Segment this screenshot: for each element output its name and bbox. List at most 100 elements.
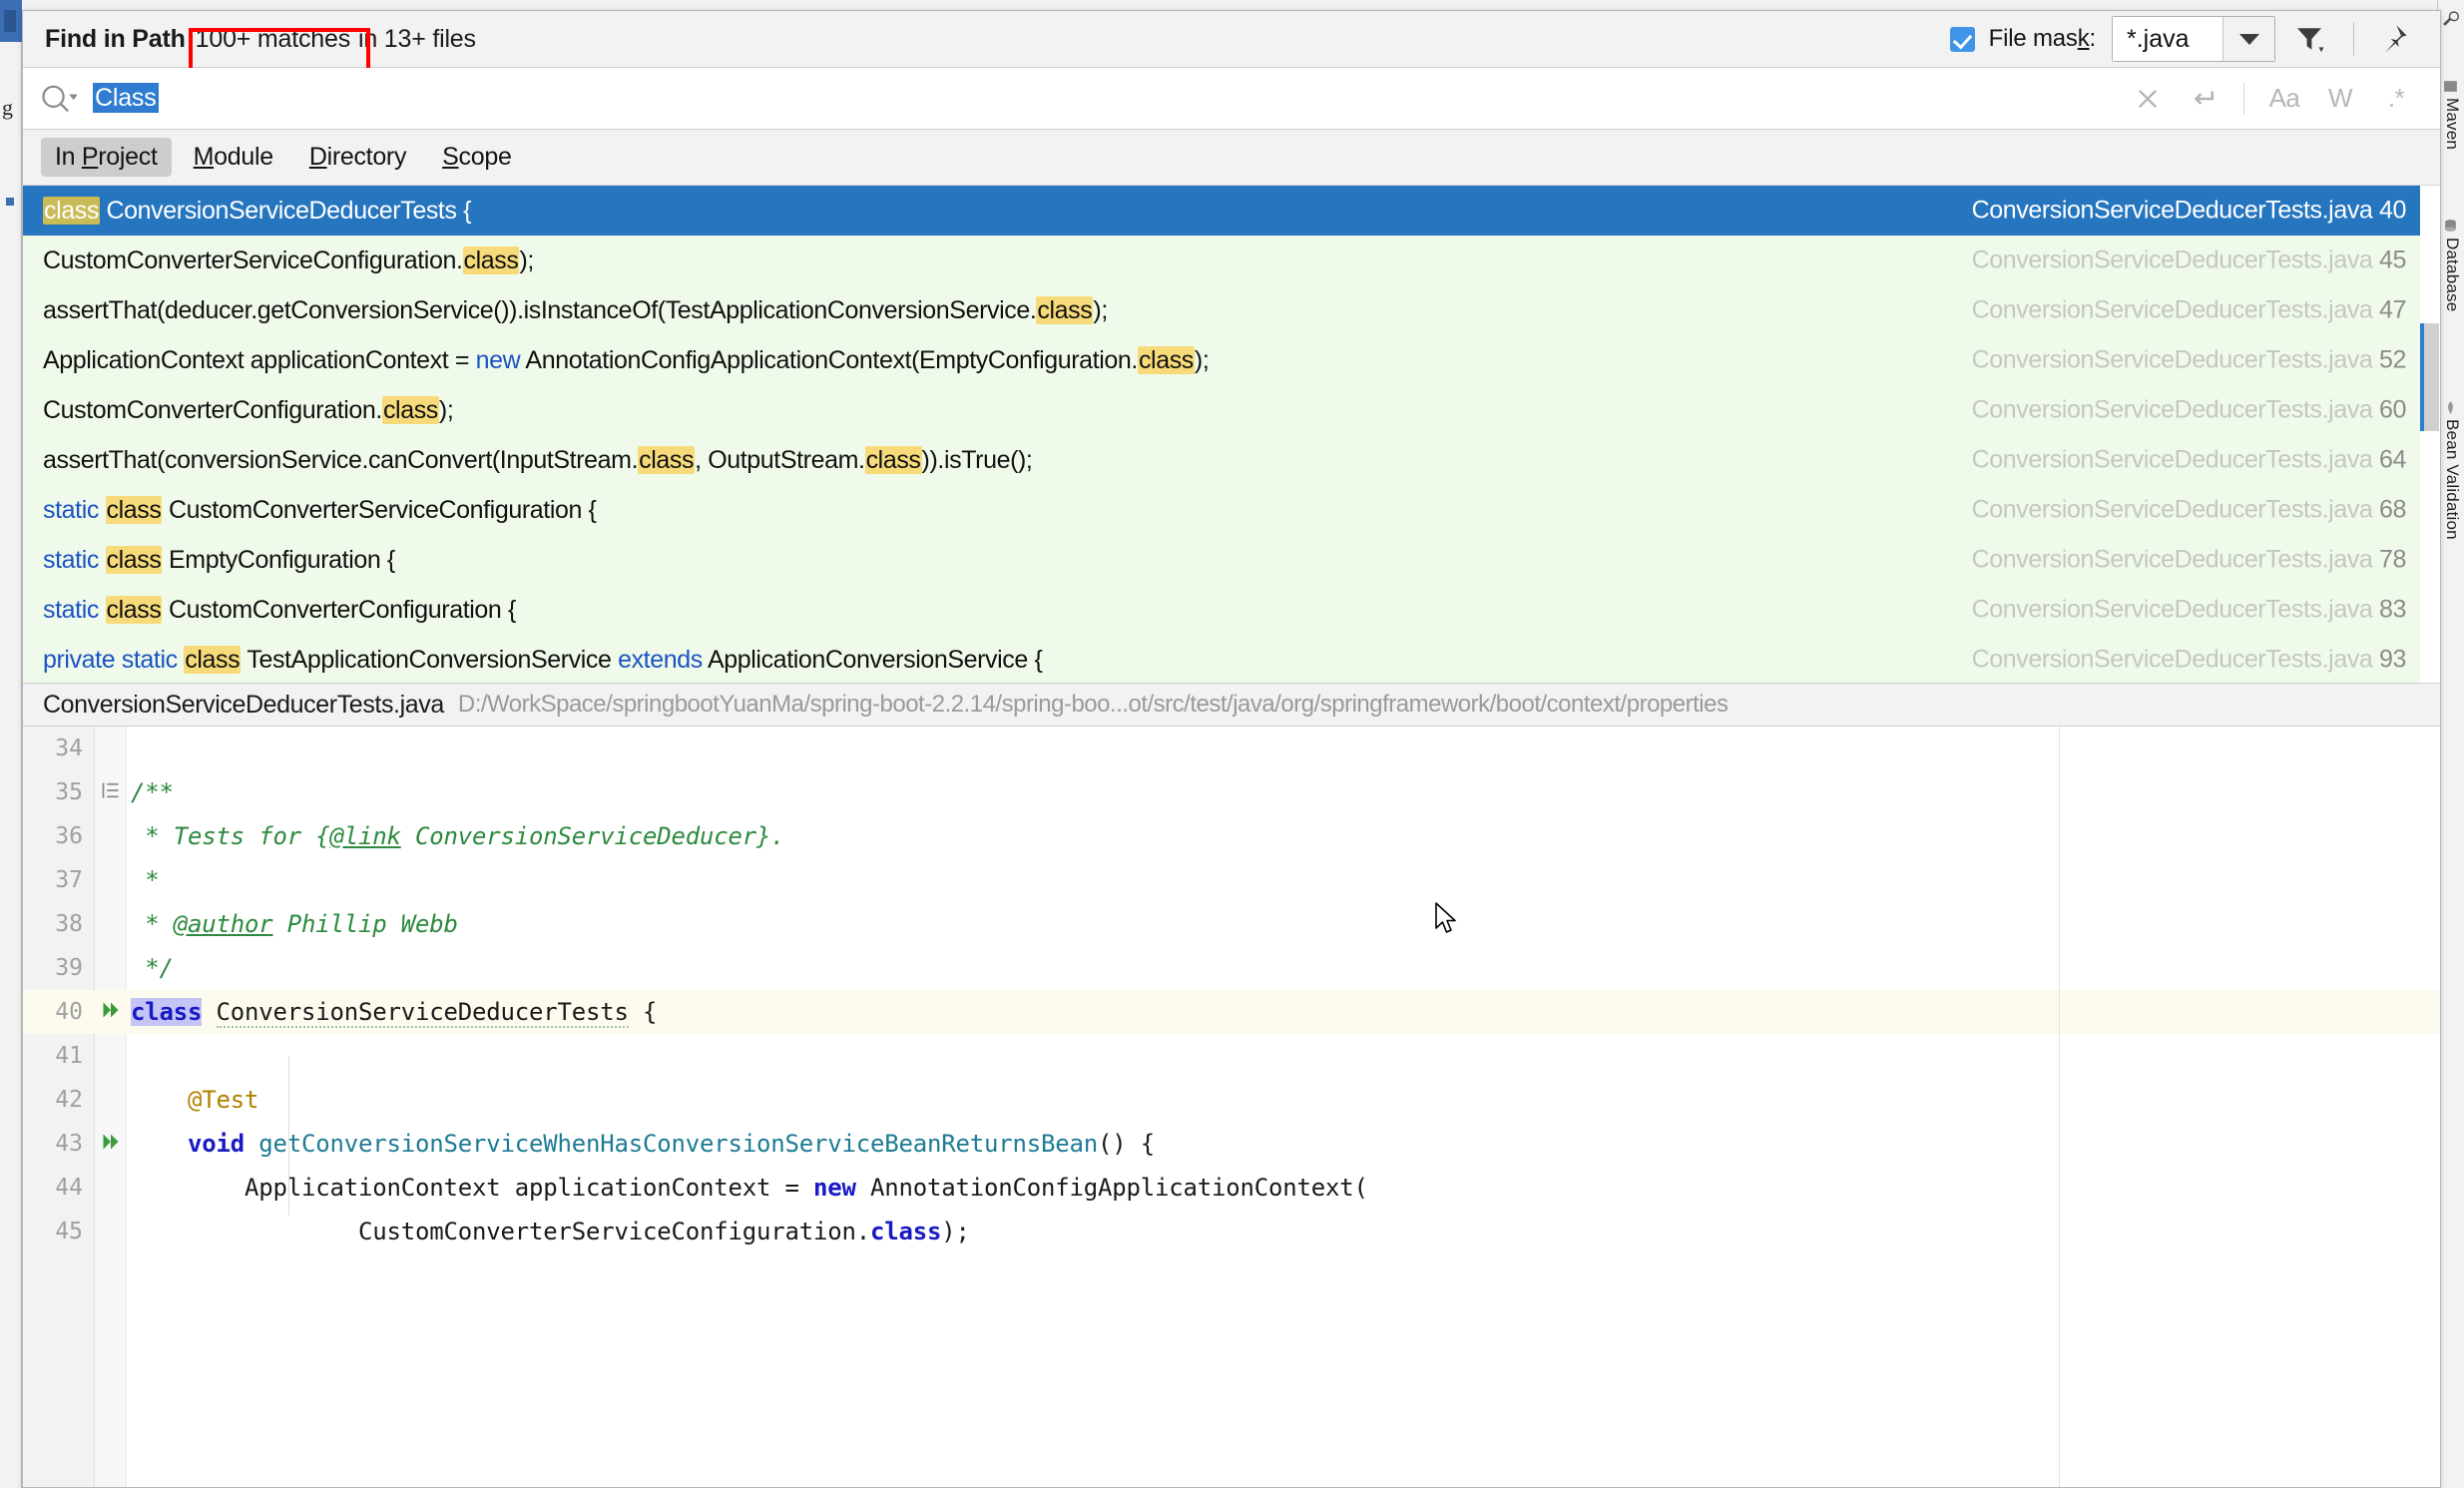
tab-in-project[interactable]: In Project bbox=[41, 138, 172, 177]
file-mask-label: File mask: bbox=[1989, 25, 2097, 53]
match-highlight: class bbox=[381, 395, 439, 424]
result-file-location: ConversionServiceDeducerTests.java 52 bbox=[1972, 346, 2407, 375]
results-scrollbar-thumb[interactable] bbox=[2420, 323, 2439, 431]
code-token: new bbox=[812, 1174, 856, 1202]
file-mask-checkbox[interactable] bbox=[1949, 26, 1975, 52]
match-case-toggle[interactable]: Aa bbox=[2256, 68, 2312, 129]
bookmark-marker-icon bbox=[6, 198, 14, 206]
words-label: W bbox=[2327, 83, 2353, 113]
breadcrumb: D:/WorkSpace/springbootYuanMa/spring-boo… bbox=[457, 691, 1728, 718]
code-text: /** bbox=[131, 778, 174, 806]
result-code-snippet: assertThat(deducer.getConversionService(… bbox=[43, 295, 1108, 325]
clear-icon[interactable] bbox=[2120, 68, 2176, 129]
code-line: 38 * @author Phillip Webb bbox=[23, 902, 2440, 946]
match-highlight: class bbox=[105, 495, 163, 524]
tab-module-post: odule bbox=[214, 143, 273, 171]
database-icon[interactable] bbox=[2442, 218, 2459, 235]
result-row[interactable]: assertThat(conversionService.canConvert(… bbox=[23, 435, 2420, 485]
maven-icon[interactable] bbox=[2442, 78, 2459, 95]
wrench-icon[interactable] bbox=[2442, 10, 2459, 27]
tab-scope[interactable]: Scope bbox=[428, 138, 525, 177]
file-mask-value[interactable]: *.java bbox=[2113, 17, 2222, 61]
code-line: 37 * bbox=[23, 858, 2440, 902]
result-row[interactable]: CustomConverterConfiguration.class); Conv… bbox=[23, 385, 2420, 435]
tab-module[interactable]: Module bbox=[180, 138, 287, 177]
line-number: 34 bbox=[55, 736, 83, 761]
result-file-name: ConversionServiceDeducerTests.java bbox=[1971, 445, 2373, 474]
results-list[interactable]: class ConversionServiceDeducerTests {Con… bbox=[23, 186, 2420, 683]
tab-in-project-accel: P bbox=[81, 143, 99, 171]
filter-icon[interactable] bbox=[2275, 21, 2343, 57]
results-scrollbar[interactable] bbox=[2420, 186, 2440, 683]
result-code-snippet: CustomConverterServiceConfiguration.clas… bbox=[43, 246, 534, 275]
code-token: */ bbox=[131, 954, 174, 982]
result-line-number: 45 bbox=[2378, 246, 2406, 274]
new-line-icon[interactable] bbox=[2176, 68, 2231, 129]
code-line: 42 @Test bbox=[23, 1078, 2440, 1122]
line-number: 35 bbox=[55, 779, 83, 805]
search-input[interactable]: Class bbox=[93, 83, 159, 113]
code-preview[interactable]: 34 35 /** 36 * Tests for {@link ConversionS… bbox=[23, 727, 2440, 1487]
code-fragment: )).isTrue(); bbox=[921, 445, 1033, 474]
result-row[interactable]: static class CustomConverterServiceConfi… bbox=[23, 485, 2420, 535]
result-row[interactable]: assertThat(deducer.getConversionService(… bbox=[23, 285, 2420, 335]
result-file-location: ConversionServiceDeducerTests.java 40 bbox=[1972, 197, 2407, 226]
code-fragment bbox=[99, 546, 106, 574]
fold-icon[interactable] bbox=[99, 780, 123, 804]
result-file-name: ConversionServiceDeducerTests.java bbox=[1971, 246, 2373, 274]
right-margin-guide bbox=[2059, 727, 2060, 1487]
result-row[interactable]: static class CustomConverterConfiguratio… bbox=[23, 585, 2420, 635]
search-row: Class Aa W .* bbox=[23, 68, 2440, 130]
run-icon[interactable] bbox=[99, 1000, 123, 1024]
line-number: 40 bbox=[55, 999, 83, 1025]
line-number: 36 bbox=[55, 823, 83, 849]
pin-icon[interactable] bbox=[2364, 22, 2422, 56]
structure-icon[interactable]: g bbox=[2, 95, 13, 121]
code-line: 45 CustomConverterServiceConfiguration.c… bbox=[23, 1210, 2440, 1253]
code-fragment: EmptyConfiguration { bbox=[162, 545, 395, 574]
result-row[interactable]: ApplicationContext applicationContext = … bbox=[23, 335, 2420, 385]
result-code-snippet: static class CustomConverterServiceConfi… bbox=[43, 495, 597, 525]
run-icon[interactable] bbox=[99, 1132, 123, 1156]
tab-in-project-pre: In bbox=[55, 143, 82, 171]
rail-label-maven[interactable]: Maven bbox=[2442, 98, 2462, 150]
code-line: 43 void getConversionServiceWhenHasConve… bbox=[23, 1122, 2440, 1166]
chevron-down-icon[interactable] bbox=[2222, 17, 2274, 61]
bean-validation-icon[interactable] bbox=[2442, 399, 2459, 416]
result-row[interactable]: class ConversionServiceDeducerTests {Con… bbox=[23, 186, 2420, 236]
result-file-name: ConversionServiceDeducerTests.java bbox=[1971, 295, 2373, 324]
code-token: ); bbox=[941, 1218, 970, 1245]
code-token: @link bbox=[329, 822, 401, 850]
match-highlight: class bbox=[184, 645, 242, 674]
code-text: @Test bbox=[131, 1086, 258, 1114]
rail-label-database[interactable]: Database bbox=[2442, 238, 2462, 311]
match-suffix: in 13+ files bbox=[358, 24, 476, 53]
result-line-number: 68 bbox=[2378, 495, 2406, 524]
file-mask-combobox[interactable]: *.java bbox=[2112, 16, 2275, 62]
code-token: getConversionServiceWhenHasConversionSer… bbox=[258, 1130, 1098, 1158]
project-tool-tab[interactable] bbox=[0, 0, 22, 42]
line-number: 42 bbox=[55, 1087, 83, 1113]
result-file-location: ConversionServiceDeducerTests.java 64 bbox=[1971, 445, 2407, 475]
result-file-name: ConversionServiceDeducerTests.java bbox=[1971, 595, 2373, 624]
code-text: ApplicationContext applicationContext = … bbox=[131, 1174, 1368, 1202]
line-number: 41 bbox=[55, 1043, 83, 1069]
result-row[interactable]: static class EmptyConfiguration {Convers… bbox=[23, 535, 2420, 585]
line-number: 37 bbox=[55, 867, 83, 893]
search-input-value[interactable]: Class bbox=[93, 83, 159, 113]
result-row[interactable]: private static class TestApplicationConv… bbox=[23, 635, 2420, 683]
code-token: AnnotationConfigApplicationContext( bbox=[855, 1174, 1368, 1202]
header-right-controls: File mask: *.java bbox=[1949, 11, 2440, 67]
regex-toggle[interactable]: .* bbox=[2368, 68, 2424, 129]
words-toggle[interactable]: W bbox=[2312, 68, 2368, 129]
code-fragment: , OutputStream. bbox=[695, 445, 865, 474]
result-row[interactable]: CustomConverterServiceConfiguration.clas… bbox=[23, 236, 2420, 285]
search-icon[interactable] bbox=[39, 82, 77, 116]
tab-directory[interactable]: Directory bbox=[295, 138, 420, 177]
rail-label-bean-validation[interactable]: Bean Validation bbox=[2442, 419, 2462, 540]
code-text: * Tests for {@link ConversionServiceDedu… bbox=[131, 822, 784, 850]
code-line: 40 class ConversionServiceDeducerTests { bbox=[23, 990, 2440, 1034]
code-text: * @author Phillip Webb bbox=[131, 910, 458, 938]
